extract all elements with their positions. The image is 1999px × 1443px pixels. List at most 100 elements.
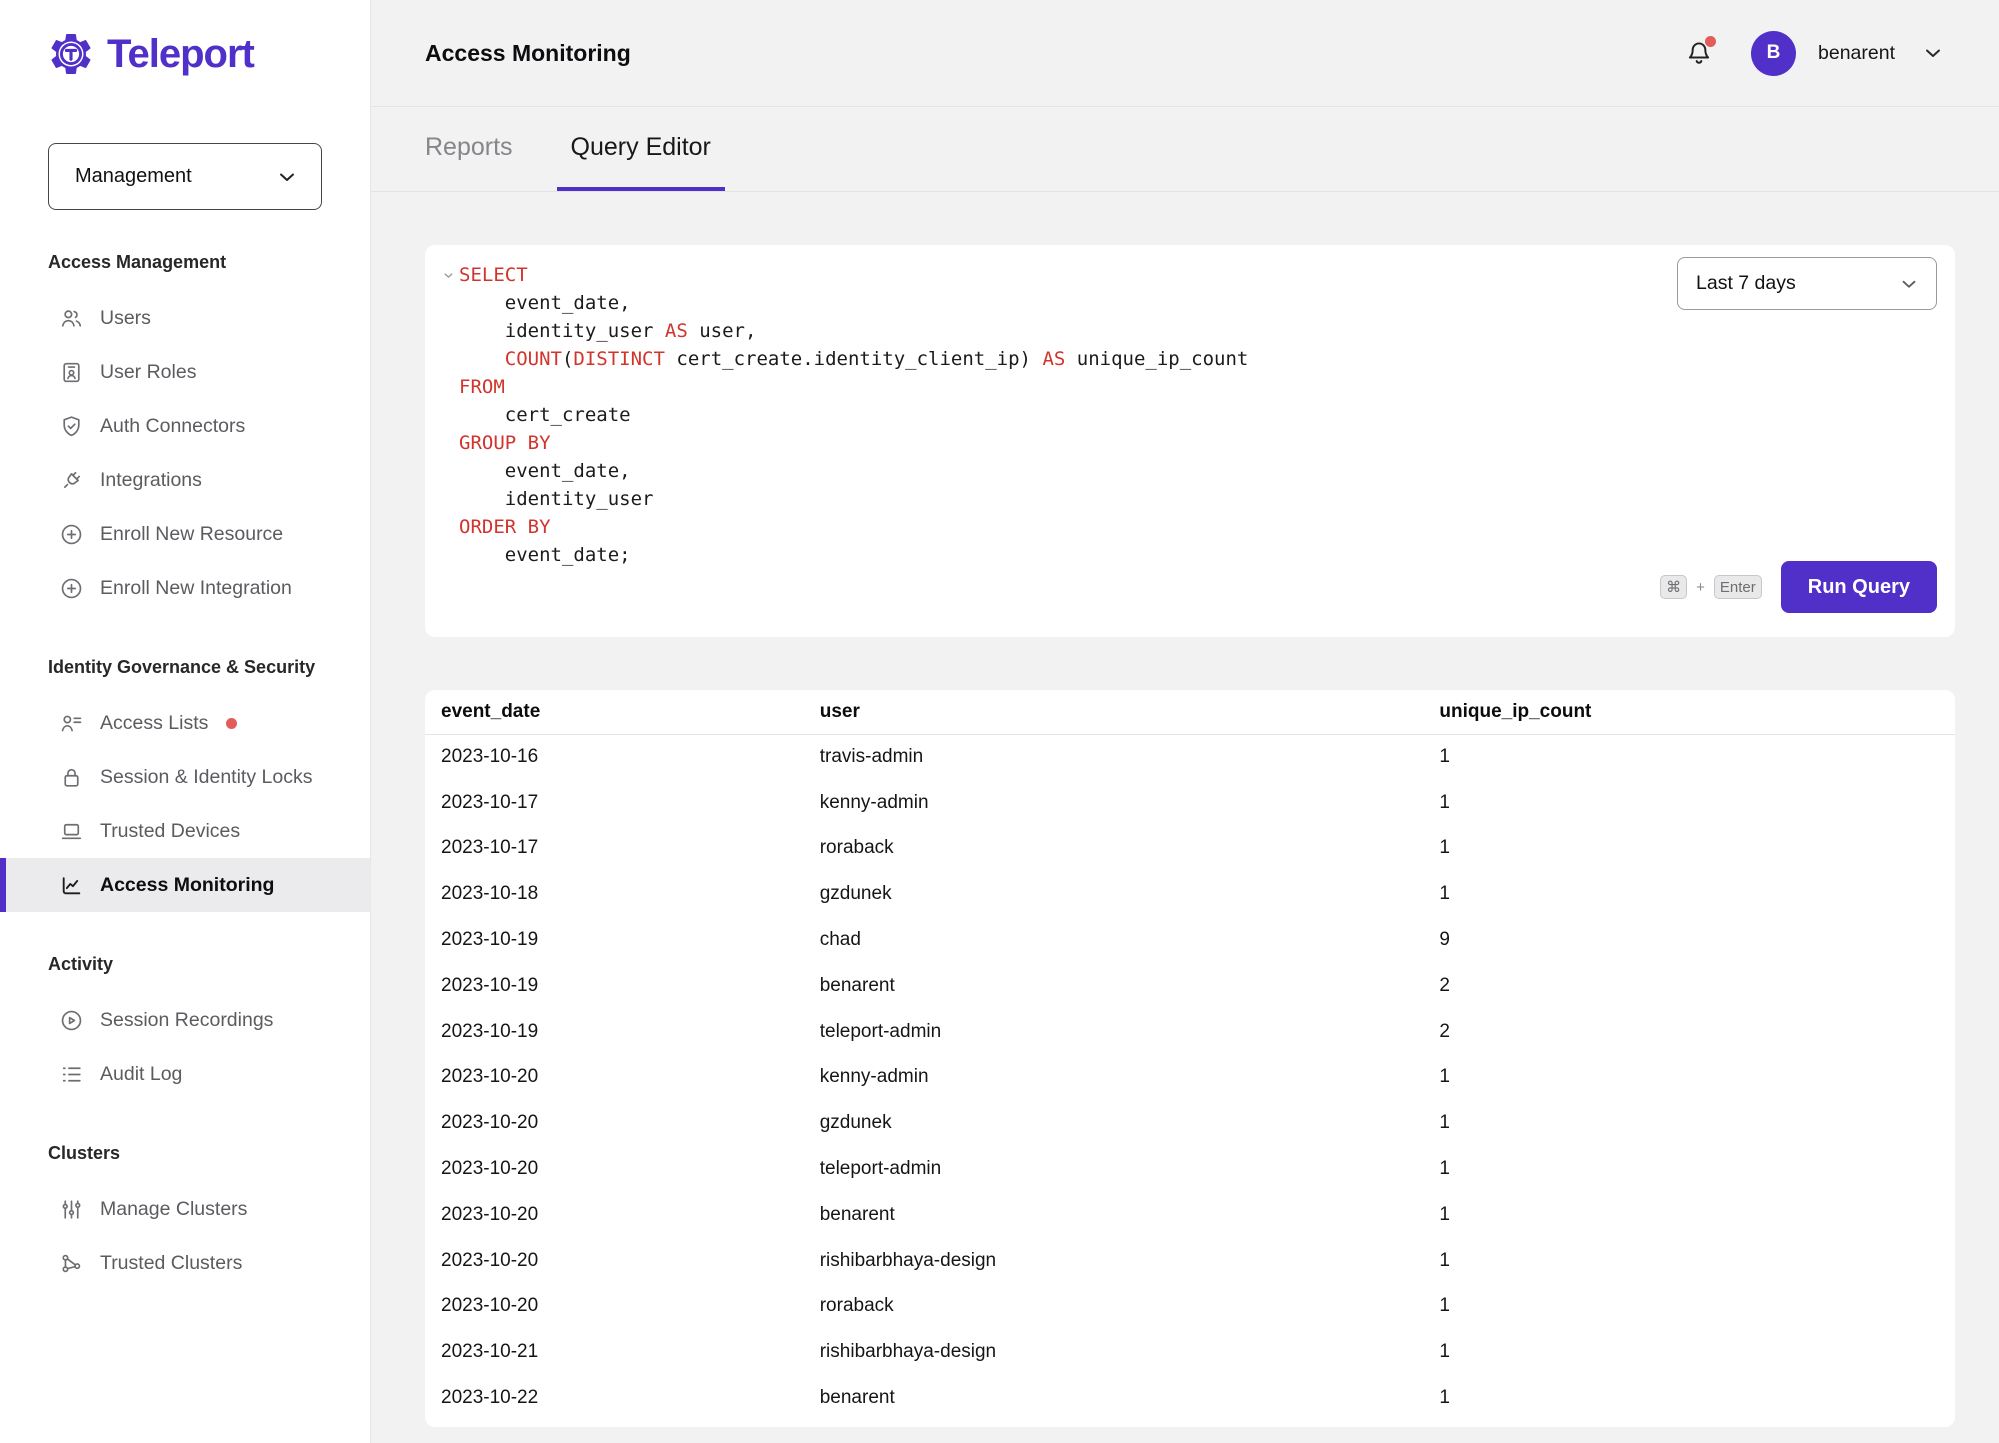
sidebar-item-session-identity-locks[interactable]: Session & Identity Locks (0, 750, 370, 804)
workspace-select-value: Management (75, 165, 192, 188)
user-menu-chevron[interactable] (1921, 41, 1945, 65)
sidebar-item-trusted-devices[interactable]: Trusted Devices (0, 804, 370, 858)
table-row: 2023-10-22benarent1 (425, 1375, 1955, 1421)
section-heading-clusters: Clusters (48, 1141, 370, 1166)
brand-name: Teleport (107, 32, 254, 77)
plus-circle-icon (58, 575, 84, 601)
notifications-button[interactable] (1683, 36, 1715, 70)
sql-editor[interactable]: SELECT event_date, identity_user AS user… (459, 261, 1248, 569)
nav-group-access-management: Users User Roles Auth Connectors Integra… (0, 291, 370, 615)
sidebar-item-label: Access Lists (100, 712, 208, 735)
sidebar-item-user-roles[interactable]: User Roles (0, 345, 370, 399)
table-cell: benarent (820, 1375, 1440, 1421)
teleport-logo[interactable]: Teleport (0, 22, 370, 86)
workspace-select[interactable]: Management (48, 143, 322, 210)
table-cell: 2023-10-19 (425, 917, 820, 963)
table-cell: 1 (1439, 1146, 1955, 1192)
sliders-icon (58, 1196, 84, 1222)
sidebar-item-audit-log[interactable]: Audit Log (0, 1047, 370, 1101)
shortcut-plus: + (1696, 579, 1705, 596)
nav-group-activity: Session Recordings Audit Log (0, 993, 370, 1101)
user-roles-icon (58, 359, 84, 385)
column-header-user: user (820, 690, 1440, 734)
table-cell: 1 (1439, 1284, 1955, 1330)
sidebar-item-label: Access Monitoring (100, 874, 274, 897)
sidebar-item-session-recordings[interactable]: Session Recordings (0, 993, 370, 1047)
teleport-gear-icon (46, 29, 96, 79)
table-row: 2023-10-18gzdunek1 (425, 871, 1955, 917)
table-row: 2023-10-19chad9 (425, 917, 1955, 963)
table-cell: 2 (1439, 1009, 1955, 1055)
tab-query-editor[interactable]: Query Editor (557, 107, 725, 191)
sql-code-line: SELECT (459, 261, 1248, 289)
sidebar-item-label: Trusted Devices (100, 820, 240, 843)
results-panel: event_date user unique_ip_count 2023-10-… (425, 690, 1955, 1427)
table-row: 2023-10-17kenny-admin1 (425, 780, 1955, 826)
table-cell: benarent (820, 963, 1440, 1009)
table-cell: gzdunek (820, 871, 1440, 917)
table-row: 2023-10-20benarent1 (425, 1192, 1955, 1238)
avatar[interactable]: B (1751, 31, 1796, 76)
table-cell: 1 (1439, 1100, 1955, 1146)
page-title: Access Monitoring (425, 40, 631, 67)
sidebar-item-auth-connectors[interactable]: Auth Connectors (0, 399, 370, 453)
time-range-select[interactable]: Last 7 days (1677, 257, 1937, 310)
chevron-down-icon (275, 165, 299, 189)
sidebar-item-label: Audit Log (100, 1063, 182, 1086)
sidebar-item-label: Integrations (100, 469, 202, 492)
access-lists-icon (58, 710, 84, 736)
table-cell: 2023-10-20 (425, 1192, 820, 1238)
table-row: 2023-10-20roraback1 (425, 1284, 1955, 1330)
table-row: 2023-10-20teleport-admin1 (425, 1146, 1955, 1192)
table-row: 2023-10-20rishibarbhaya-design1 (425, 1238, 1955, 1284)
table-cell: 2023-10-20 (425, 1146, 820, 1192)
sidebar-item-access-monitoring[interactable]: Access Monitoring (0, 858, 370, 912)
table-cell: 1 (1439, 1238, 1955, 1284)
sidebar-item-enroll-new-integration[interactable]: Enroll New Integration (0, 561, 370, 615)
line-chart-icon (58, 872, 84, 898)
table-cell: 2023-10-17 (425, 780, 820, 826)
table-cell: 2023-10-20 (425, 1100, 820, 1146)
table-cell: 1 (1439, 826, 1955, 872)
table-cell: 1 (1439, 1329, 1955, 1375)
query-editor-panel: SELECT event_date, identity_user AS user… (425, 245, 1955, 637)
sidebar-item-integrations[interactable]: Integrations (0, 453, 370, 507)
section-heading-identity-governance: Identity Governance & Security (48, 655, 370, 680)
sidebar-item-label: Manage Clusters (100, 1198, 247, 1221)
results-table: event_date user unique_ip_count 2023-10-… (425, 690, 1955, 1421)
table-cell: 2023-10-19 (425, 1009, 820, 1055)
sql-code-line: ORDER BY (459, 513, 1248, 541)
app-window: Teleport Management Access Management Us… (0, 0, 1999, 1443)
sidebar-item-trusted-clusters[interactable]: Trusted Clusters (0, 1236, 370, 1290)
run-query-button[interactable]: Run Query (1781, 561, 1937, 613)
sql-code-line: event_date; (459, 541, 1248, 569)
table-cell: teleport-admin (820, 1009, 1440, 1055)
table-cell: 1 (1439, 1375, 1955, 1421)
table-cell: 2023-10-16 (425, 734, 820, 780)
column-header-unique-ip-count: unique_ip_count (1439, 690, 1955, 734)
sidebar: Teleport Management Access Management Us… (0, 0, 371, 1443)
table-cell: 2023-10-20 (425, 1238, 820, 1284)
table-cell: travis-admin (820, 734, 1440, 780)
active-indicator (0, 858, 6, 912)
sidebar-item-enroll-new-resource[interactable]: Enroll New Resource (0, 507, 370, 561)
table-cell: 1 (1439, 1055, 1955, 1101)
table-cell: 2023-10-20 (425, 1055, 820, 1101)
chevron-down-icon (1898, 273, 1920, 295)
play-circle-icon (58, 1007, 84, 1033)
sidebar-item-users[interactable]: Users (0, 291, 370, 345)
sql-code-line: GROUP BY (459, 429, 1248, 457)
sidebar-item-label: Users (100, 307, 151, 330)
sidebar-item-manage-clusters[interactable]: Manage Clusters (0, 1182, 370, 1236)
tab-reports[interactable]: Reports (411, 107, 527, 191)
laptop-icon (58, 818, 84, 844)
table-cell: 2023-10-19 (425, 963, 820, 1009)
content-area: SELECT event_date, identity_user AS user… (371, 192, 1999, 1443)
user-menu-name[interactable]: benarent (1818, 42, 1895, 65)
lock-icon (58, 764, 84, 790)
code-fold-toggle[interactable] (437, 261, 459, 569)
top-bar-right: B benarent (1683, 31, 1945, 76)
nav-group-identity-governance: Access Lists Session & Identity Locks Tr… (0, 696, 370, 912)
sidebar-item-access-lists[interactable]: Access Lists (0, 696, 370, 750)
notification-dot (1705, 36, 1716, 47)
